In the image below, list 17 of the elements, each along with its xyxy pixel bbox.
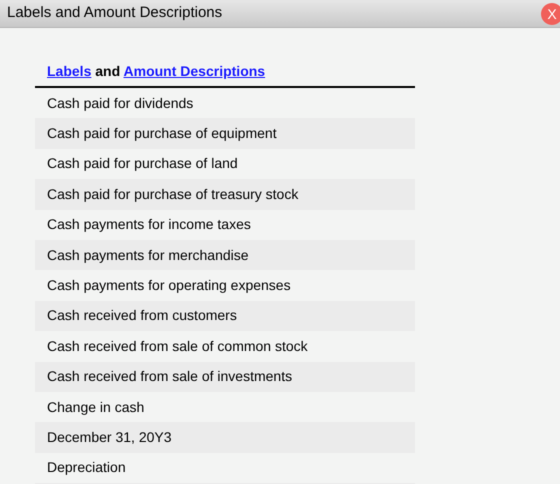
list-row: Cash received from sale of investments xyxy=(35,362,415,392)
list-row: Cash paid for purchase of treasury stock xyxy=(35,179,415,210)
list-row-text: Cash payments for operating expenses xyxy=(46,276,292,296)
list-row: Cash paid for purchase of equipment xyxy=(35,118,415,149)
labels-link[interactable]: Labels xyxy=(47,63,92,79)
list-row-text: Change in cash xyxy=(46,398,146,417)
list-row-text: Cash paid for purchase of land xyxy=(46,154,239,174)
list-row-text: Cash paid for dividends xyxy=(46,94,194,113)
list-row: December 31, 20Y3 xyxy=(35,422,415,453)
list-row-text: Cash received from sale of common stock xyxy=(46,336,309,356)
header-text: and xyxy=(94,63,122,79)
list-row-text: Cash payments for income taxes xyxy=(46,215,252,234)
window-title: Labels and Amount Descriptions xyxy=(7,3,222,24)
list-row-text: Depreciation xyxy=(46,458,127,478)
list-row: Cash payments for merchandise xyxy=(35,240,415,270)
list-row: Cash received from customers xyxy=(35,300,415,332)
amount-descriptions-link[interactable]: Amount Descriptions xyxy=(124,63,266,79)
